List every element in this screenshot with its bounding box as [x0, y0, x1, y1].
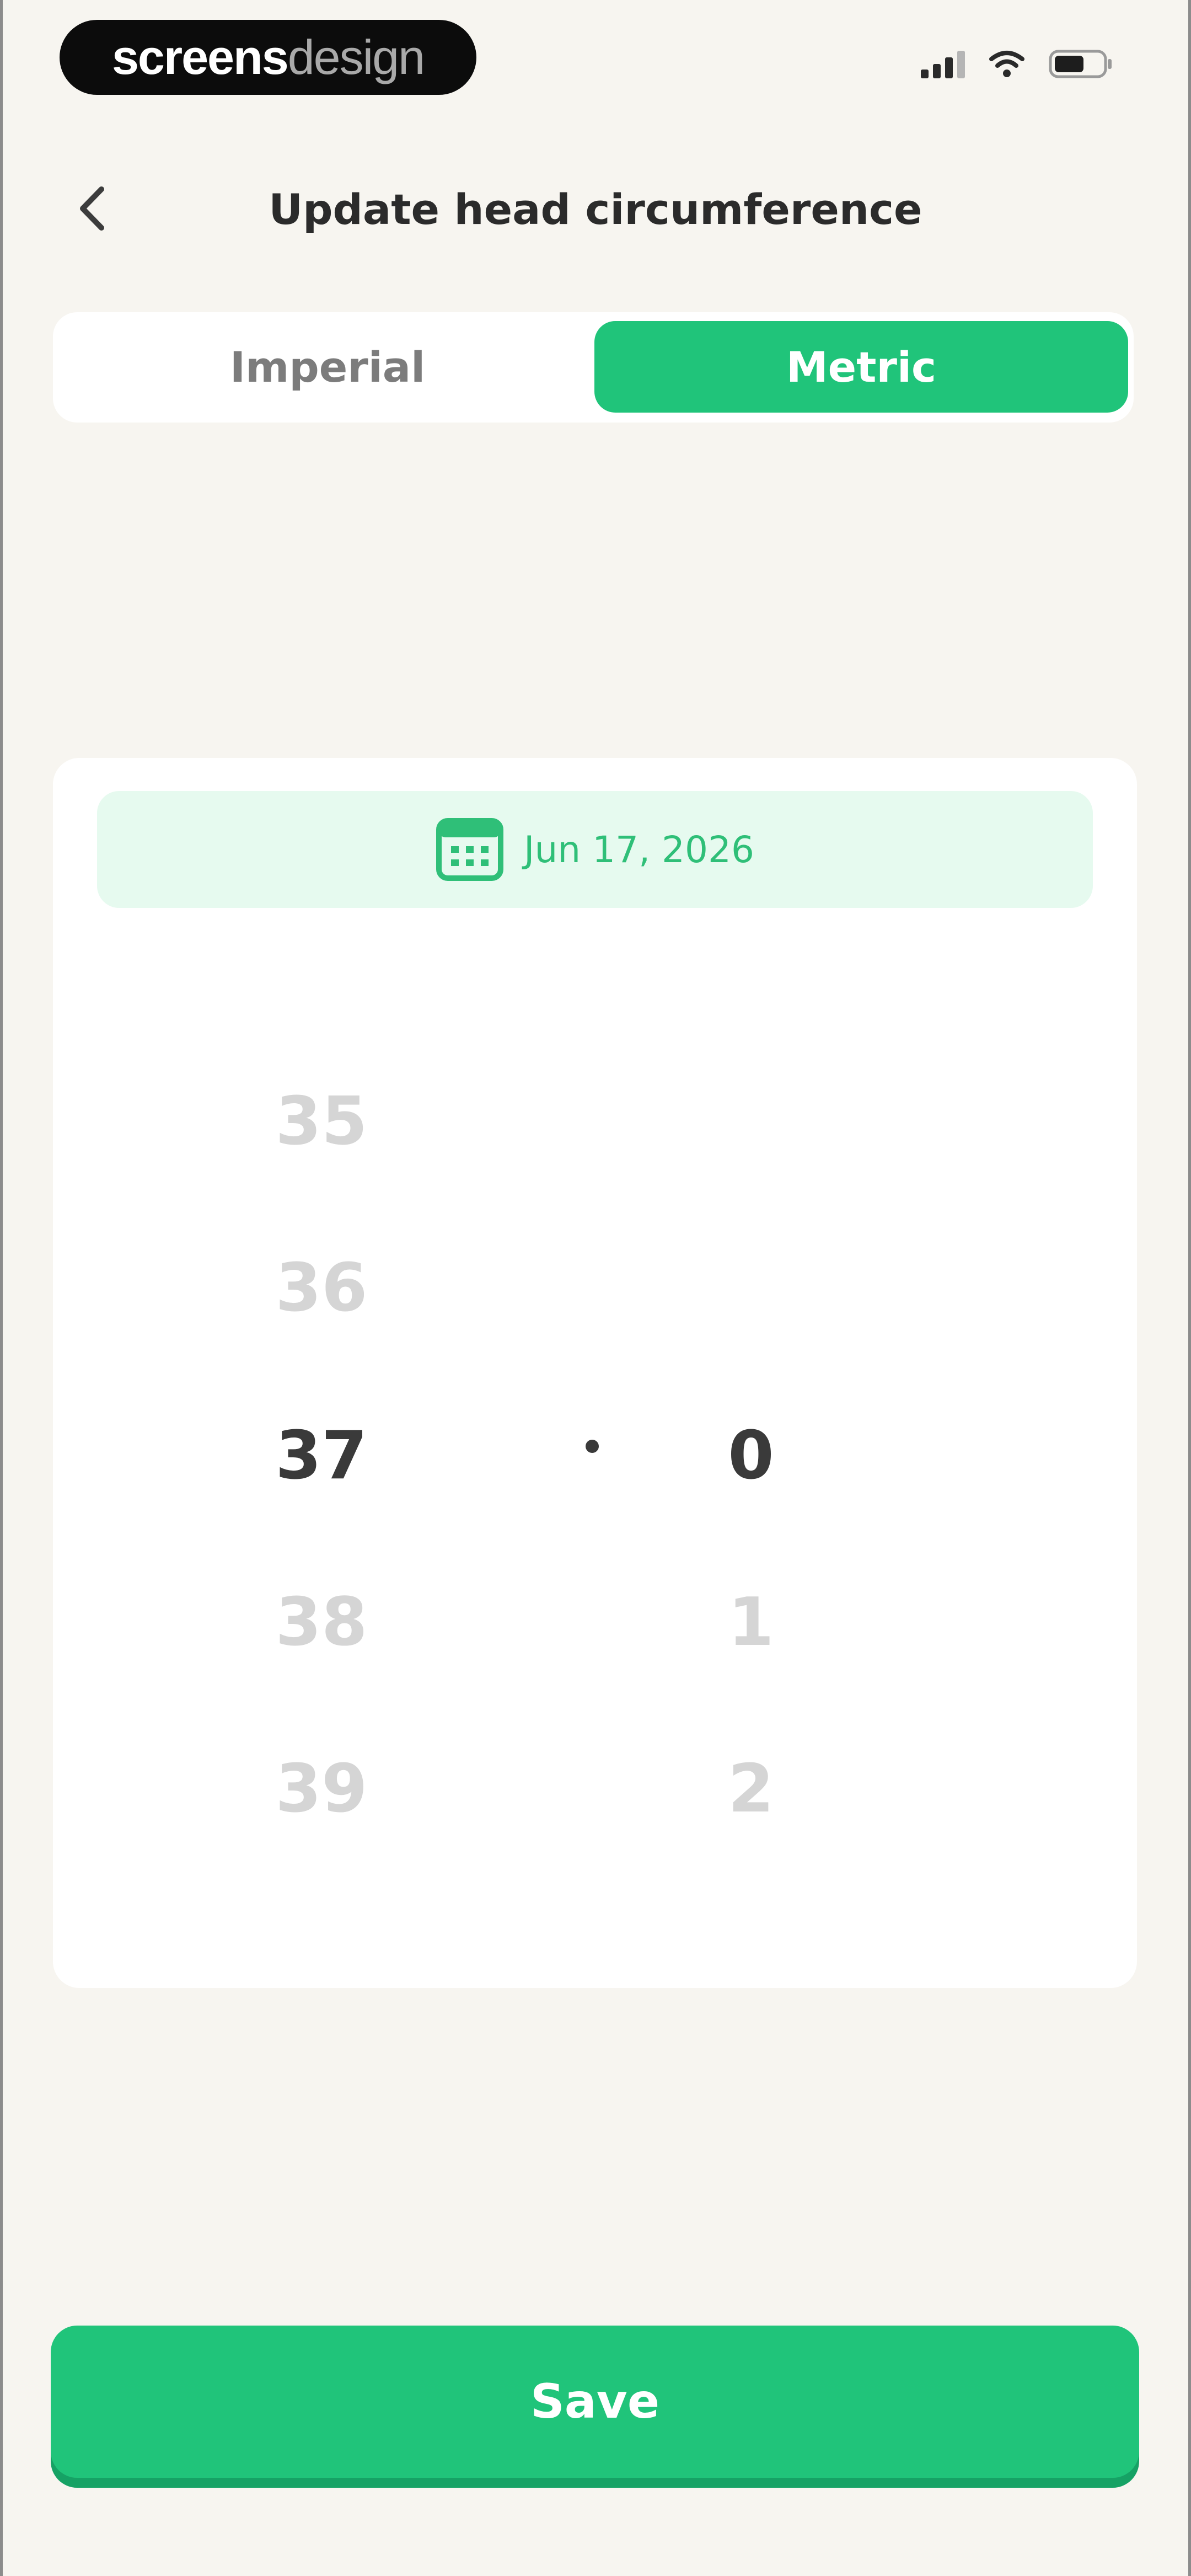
- frame-edge-left: [0, 0, 3, 2576]
- frame-edge-right: [1188, 0, 1191, 2576]
- date-selector[interactable]: Jun 17, 2026: [97, 791, 1093, 908]
- brand-logo: screens design: [60, 20, 476, 95]
- decimal-option[interactable]: 2: [641, 1734, 861, 1845]
- battery-icon: [1049, 49, 1114, 79]
- tab-metric[interactable]: Metric: [594, 321, 1128, 413]
- decimal-separator: [586, 1440, 599, 1453]
- save-button[interactable]: Save: [51, 2326, 1139, 2478]
- measurement-card: Jun 17, 2026 35 36 37 38 39 0 1 2: [53, 758, 1137, 1988]
- unit-toggle: Imperial Metric: [53, 312, 1134, 423]
- tab-imperial[interactable]: Imperial: [61, 321, 594, 413]
- date-value: Jun 17, 2026: [523, 828, 754, 871]
- calendar-icon: [436, 818, 503, 881]
- integer-option[interactable]: 36: [211, 1233, 432, 1344]
- status-icons: [921, 49, 1114, 79]
- brand-logo-part1: screens: [111, 30, 289, 84]
- integer-option[interactable]: 39: [211, 1734, 432, 1845]
- wifi-icon: [989, 50, 1024, 78]
- integer-option[interactable]: 38: [211, 1568, 432, 1678]
- decimal-option-selected[interactable]: 0: [641, 1401, 861, 1511]
- page-title: Update head circumference: [269, 185, 922, 234]
- decimal-option[interactable]: 1: [641, 1568, 861, 1678]
- integer-option[interactable]: 35: [211, 1067, 432, 1177]
- signal-icon: [921, 50, 965, 78]
- brand-logo-part2: design: [287, 30, 425, 84]
- status-bar: screens design: [0, 0, 1191, 116]
- integer-option-selected[interactable]: 37: [211, 1401, 432, 1511]
